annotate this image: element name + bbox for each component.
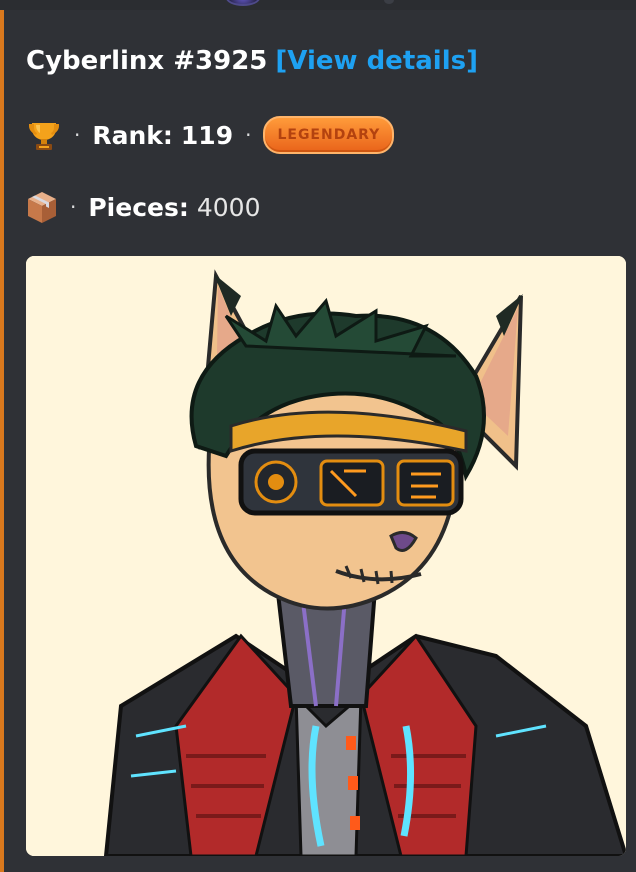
rank-value: 119 [180,120,234,150]
user-avatar[interactable] [226,0,260,6]
rank-row: · Rank: 119 · LEGENDARY [26,115,395,155]
embed-title: Cyberlinx #3925 [View details] [26,46,478,76]
pieces-label: Pieces: [88,192,189,222]
nft-embed: Cyberlinx #3925 [View details] · Rank: 11… [0,10,636,872]
rarity-badge: LEGENDARY [263,116,395,154]
separator-dot: · [74,123,81,147]
nft-image[interactable] [26,256,626,856]
embed-accent-bar [0,10,4,872]
cyberlinx-artwork [26,256,626,856]
pieces-value: 4000 [196,192,261,222]
view-details-link[interactable]: [View details] [275,46,478,76]
clipped-icon [384,0,394,4]
nft-name: Cyberlinx #3925 [26,46,268,76]
rank-label: Rank: [92,120,173,150]
separator-dot: · [245,123,252,147]
pieces-row: · Pieces: 4000 [26,187,261,227]
separator-dot: · [70,195,77,219]
message-header-clipped [0,0,636,10]
package-icon [28,192,56,223]
trophy-icon [29,123,59,150]
